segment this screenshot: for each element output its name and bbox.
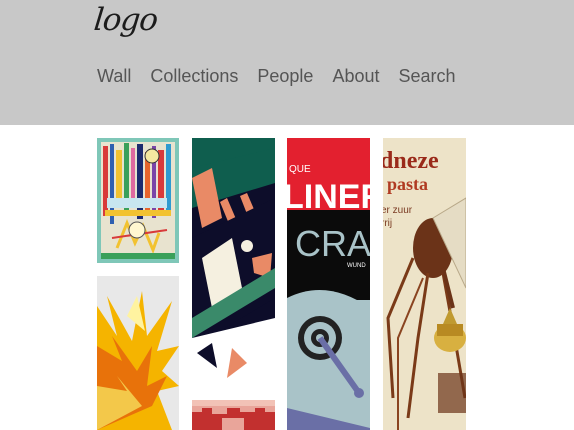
poster-image: QUE LINERS CRA WUND: [287, 138, 370, 430]
poster-image: [97, 276, 179, 430]
nav-people[interactable]: People: [257, 66, 313, 87]
poster-tile-geometric[interactable]: [192, 138, 275, 388]
nav-collections[interactable]: Collections: [150, 66, 238, 87]
poster-text-pasta: pasta: [387, 174, 428, 194]
poster-tile-mosquito[interactable]: dneze pasta er zuur rrij: [383, 138, 466, 430]
poster-text-que: QUE: [289, 164, 311, 175]
poster-text-liners: LINERS: [287, 178, 370, 216]
poster-image: [97, 138, 179, 263]
poster-image: [192, 400, 275, 430]
poster-tile-abstract[interactable]: [97, 138, 179, 263]
site-header: logo Wall Collections People About Searc…: [0, 0, 574, 125]
nav-about[interactable]: About: [332, 66, 379, 87]
site-logo[interactable]: logo: [92, 2, 159, 38]
nav-wall[interactable]: Wall: [97, 66, 131, 87]
poster-image: [192, 138, 275, 388]
poster-image: dneze pasta er zuur rrij: [383, 138, 466, 430]
main-nav: Wall Collections People About Search: [97, 66, 456, 87]
poster-text-rrij: rrij: [383, 218, 392, 229]
poster-text-cra: CRA: [295, 223, 370, 264]
poster-tile-pink-pattern[interactable]: [192, 400, 275, 430]
nav-search[interactable]: Search: [399, 66, 456, 87]
poster-tile-yellow-burst[interactable]: [97, 276, 179, 430]
poster-text-dneze: dneze: [383, 148, 439, 174]
poster-text-wund: WUND: [347, 263, 366, 269]
poster-wall: QUE LINERS CRA WUND dneze pasta er zuur …: [0, 125, 574, 430]
poster-tile-liners[interactable]: QUE LINERS CRA WUND: [287, 138, 370, 430]
poster-text-zuur: er zuur: [383, 205, 413, 216]
